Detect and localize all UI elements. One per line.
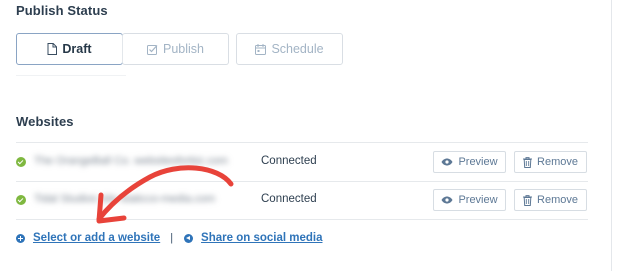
calendar-icon (255, 43, 267, 55)
preview-button[interactable]: Preview (433, 189, 506, 211)
remove-label: Remove (537, 194, 578, 206)
publish-panel: Publish Status Draft Publish Schedule We… (0, 0, 612, 271)
preview-button[interactable]: Preview (433, 151, 506, 173)
file-icon (47, 43, 58, 55)
connection-status: Connected (261, 155, 317, 167)
share-social-label: Share on social media (201, 232, 323, 244)
eye-icon (441, 158, 453, 166)
select-add-website-link[interactable]: Select or add a website (16, 232, 160, 244)
plus-circle-icon (16, 233, 25, 243)
schedule-button[interactable]: Schedule (236, 33, 343, 65)
remove-button[interactable]: Remove (514, 189, 587, 211)
preview-label: Preview (458, 194, 498, 206)
trash-icon (523, 156, 533, 168)
schedule-label: Schedule (271, 42, 324, 56)
share-social-link[interactable]: Share on social media (184, 232, 322, 244)
link-separator: | (170, 232, 174, 244)
website-row: Tidal Studios site staticco-media.com Co… (16, 181, 588, 219)
connection-status: Connected (261, 193, 317, 205)
remove-label: Remove (537, 156, 578, 168)
website-actions: Select or add a website | Share on socia… (16, 231, 322, 245)
divider (16, 75, 126, 76)
remove-button[interactable]: Remove (514, 151, 587, 173)
trash-icon (523, 194, 533, 206)
website-row: The OrangeBall Co. websitesforbiz.com Co… (16, 143, 588, 181)
check-square-icon (147, 44, 158, 55)
divider (16, 219, 588, 220)
panel-border (611, 0, 612, 271)
website-name: Tidal Studios site staticco-media.com (34, 193, 216, 205)
websites-title: Websites (16, 114, 74, 129)
eye-icon (441, 196, 453, 204)
select-add-website-label: Select or add a website (33, 232, 161, 244)
draft-label: Draft (62, 42, 92, 56)
draft-button[interactable]: Draft (16, 33, 123, 65)
preview-label: Preview (458, 156, 498, 168)
publish-button[interactable]: Publish (122, 33, 229, 65)
check-circle-icon (16, 195, 26, 205)
share-circle-icon (184, 233, 194, 243)
website-name: The OrangeBall Co. websitesforbiz.com (34, 155, 228, 167)
publish-status-title: Publish Status (16, 3, 108, 18)
check-circle-icon (16, 157, 26, 167)
publish-label: Publish (163, 42, 204, 56)
